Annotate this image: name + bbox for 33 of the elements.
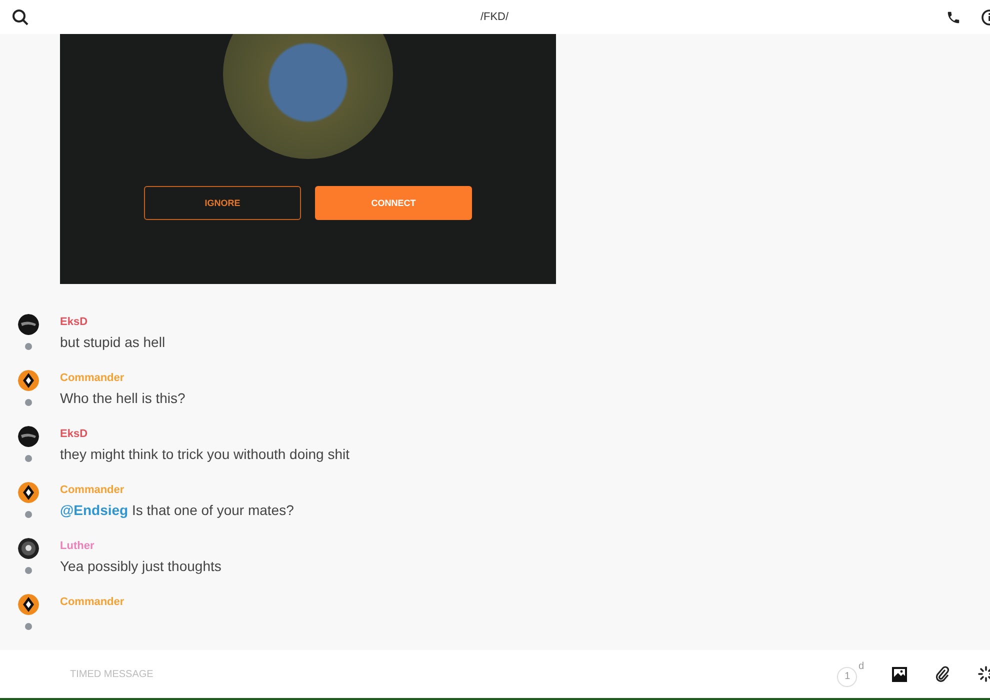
avatar-icon (18, 538, 38, 559)
image-icon[interactable] (892, 666, 907, 682)
author-name: Luther (60, 540, 96, 552)
avatar-icon (18, 426, 38, 447)
avatar-icon (18, 482, 38, 503)
message-input[interactable]: TIMED MESSAGE (68, 668, 838, 680)
chat-title: /FKD/ (479, 11, 510, 23)
avatar-icon (18, 594, 38, 615)
author-name: Commander (60, 484, 126, 496)
author-name: Commander (60, 372, 126, 384)
message-text: @Endsieg Is that one of your mates? (60, 502, 294, 518)
avatar-icon (18, 314, 38, 335)
mention-link[interactable]: @Endsieg (60, 502, 128, 518)
message-text: but stupid as hell (60, 334, 166, 350)
message-text: Yea possibly just thoughts (60, 558, 222, 574)
status-dot (24, 455, 32, 462)
phone-icon[interactable] (946, 10, 961, 24)
ignore-button[interactable]: IGNORE (144, 186, 301, 220)
message-text: Who the hell is this? (60, 390, 186, 406)
status-dot (24, 623, 32, 630)
status-dot (24, 567, 32, 574)
connect-button[interactable]: CONNECT (315, 186, 472, 220)
author-name: EksD (60, 428, 89, 440)
avatar-icon (18, 370, 38, 391)
spinner-icon[interactable] (978, 666, 990, 682)
status-dot (24, 399, 32, 406)
paperclip-icon[interactable] (935, 666, 950, 682)
status-dot (24, 511, 32, 518)
author-name: Commander (60, 596, 124, 608)
search-icon[interactable] (12, 8, 29, 26)
author-name: EksD (60, 316, 89, 328)
status-dot (24, 343, 32, 350)
message-text: they might think to trick you withouth doing shit (60, 446, 350, 462)
